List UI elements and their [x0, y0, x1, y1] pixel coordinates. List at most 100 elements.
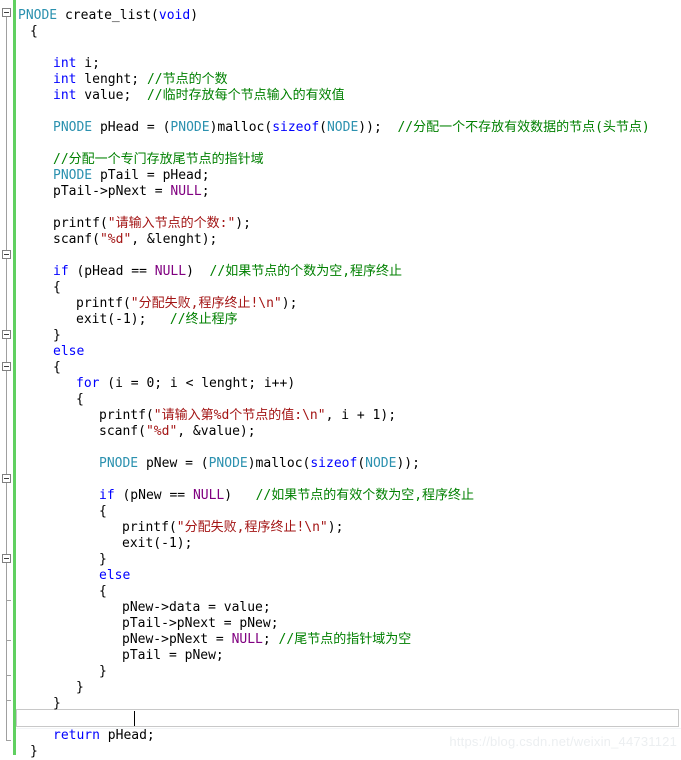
code-line[interactable]	[16, 712, 61, 728]
code-token: pTail = pNew;	[122, 648, 224, 663]
fold-inner-else[interactable]	[2, 554, 11, 563]
code-token: printf(	[122, 520, 177, 535]
code-token: int	[53, 88, 76, 103]
code-token: scanf(	[53, 232, 100, 247]
code-token: NULL	[155, 264, 186, 279]
fold-region-end-tick	[6, 700, 11, 701]
code-token: {	[30, 24, 38, 39]
code-line[interactable]: pNew->pNext = NULL; //尾节点的指针域为空	[16, 632, 411, 648]
code-line[interactable]: printf("分配失败,程序终止!\n");	[16, 520, 343, 536]
code-token: NODE	[365, 456, 396, 471]
fold-region-end-tick	[6, 600, 11, 601]
code-line[interactable]	[16, 136, 61, 152]
fold-else-block[interactable]	[2, 330, 11, 339]
code-line[interactable]: }	[16, 680, 84, 696]
code-token: pTail->pNext = pNew;	[122, 616, 279, 631]
code-line[interactable]: }	[16, 696, 61, 712]
code-token: (i = 0; i < lenght; i++)	[99, 376, 295, 391]
code-line[interactable]: printf("请输入节点的个数:");	[16, 216, 251, 232]
code-token: //如果节点的有效个数为空,程序终止	[256, 488, 474, 503]
code-line[interactable]: pTail->pNext = pNew;	[16, 616, 279, 632]
code-line[interactable]	[16, 472, 107, 488]
code-token: }	[53, 696, 61, 711]
code-token: //终止程序	[170, 312, 238, 327]
code-line[interactable]: }	[16, 552, 107, 568]
code-token: for	[76, 376, 99, 391]
code-token: pHead = (	[92, 120, 170, 135]
code-token: (pNew ==	[115, 488, 193, 503]
code-token: exit(-1);	[76, 312, 170, 327]
code-line[interactable]	[16, 104, 61, 120]
code-line[interactable]: printf("分配失败,程序终止!\n");	[16, 296, 297, 312]
code-token: NULL	[232, 632, 263, 647]
code-token: {	[99, 584, 107, 599]
code-line[interactable]: exit(-1); //终止程序	[16, 312, 238, 328]
code-line[interactable]: scanf("%d", &value);	[16, 424, 256, 440]
code-line[interactable]: }	[16, 744, 38, 760]
code-line[interactable]: int i;	[16, 56, 100, 72]
code-line[interactable]: PNODE pHead = (PNODE)malloc(sizeof(NODE)…	[16, 120, 650, 136]
code-token: );	[282, 296, 298, 311]
code-line[interactable]: return pHead;	[16, 728, 155, 744]
fold-guide-line	[6, 339, 7, 362]
fold-guide-line	[6, 600, 7, 640]
code-token: , &lenght);	[131, 232, 217, 247]
code-token: pTail->pNext =	[53, 184, 170, 199]
fold-guide-line	[6, 483, 7, 554]
code-text-surface[interactable]: PNODE create_list(void){ int i;int lengh…	[16, 0, 681, 755]
code-line[interactable]: }	[16, 328, 61, 344]
code-token: "分配失败,程序终止!\n"	[131, 296, 282, 311]
code-token: exit(-1);	[122, 536, 192, 551]
code-line[interactable]: {	[16, 280, 61, 296]
code-token: (	[357, 456, 365, 471]
fold-guide-line	[6, 17, 7, 250]
code-token: "请输入节点的个数:"	[108, 216, 235, 231]
fold-guide-line	[6, 640, 7, 675]
code-line[interactable]: else	[16, 344, 84, 360]
code-line[interactable]: {	[16, 24, 38, 40]
code-line[interactable]: pTail = pNew;	[16, 648, 224, 664]
code-line[interactable]: if (pNew == NULL) //如果节点的有效个数为空,程序终止	[16, 488, 474, 504]
code-token: {	[53, 360, 61, 375]
code-token: }	[30, 744, 38, 759]
code-token: PNODE	[53, 168, 92, 183]
code-line[interactable]: scanf("%d", &lenght);	[16, 232, 217, 248]
code-token: pNew->pNext =	[122, 632, 232, 647]
code-line[interactable]: {	[16, 504, 107, 520]
code-line[interactable]	[16, 40, 61, 56]
code-line[interactable]: PNODE pTail = pHead;	[16, 168, 210, 184]
code-token: //如果节点的个数为空,程序终止	[210, 264, 402, 279]
code-line[interactable]: if (pHead == NULL) //如果节点的个数为空,程序终止	[16, 264, 402, 280]
code-token: , &value);	[177, 424, 255, 439]
watermark-text: https://blog.csdn.net/weixin_44731121	[449, 734, 677, 749]
fold-for-loop[interactable]	[2, 362, 11, 371]
code-line[interactable]: {	[16, 584, 107, 600]
code-editor[interactable]: PNODE create_list(void){ int i;int lengh…	[0, 0, 681, 755]
code-line[interactable]: for (i = 0; i < lenght; i++)	[16, 376, 295, 392]
code-line[interactable]: int value; //临时存放每个节点输入的有效值	[16, 88, 345, 104]
fold-guide-line	[6, 675, 7, 700]
code-line[interactable]: else	[16, 568, 130, 584]
code-line[interactable]: exit(-1);	[16, 536, 192, 552]
fold-function-create-list[interactable]	[2, 8, 11, 17]
code-line[interactable]	[16, 248, 61, 264]
code-line[interactable]: PNODE create_list(void)	[16, 8, 198, 24]
code-line[interactable]: //分配一个专门存放尾节点的指针域	[16, 152, 264, 168]
code-line[interactable]	[16, 440, 107, 456]
code-line[interactable]: {	[16, 360, 61, 376]
code-line[interactable]: PNODE pNew = (PNODE)malloc(sizeof(NODE))…	[16, 456, 420, 472]
code-line[interactable]: printf("请输入第%d个节点的值:\n", i + 1);	[16, 408, 396, 424]
code-line[interactable]: {	[16, 392, 84, 408]
code-token: );	[328, 520, 344, 535]
fold-if-pnew-null[interactable]	[2, 474, 11, 483]
code-line[interactable]	[16, 200, 61, 216]
code-line[interactable]: int lenght; //节点的个数	[16, 72, 228, 88]
code-line[interactable]: }	[16, 664, 107, 680]
code-token: );	[235, 216, 251, 231]
code-line[interactable]: pTail->pNext = NULL;	[16, 184, 210, 200]
code-line[interactable]: pNew->data = value;	[16, 600, 271, 616]
fold-if-phead-null[interactable]	[2, 250, 11, 259]
code-token: }	[53, 328, 61, 343]
code-token: "请输入第%d个节点的值:\n"	[154, 408, 326, 423]
code-token: PNODE	[209, 456, 248, 471]
